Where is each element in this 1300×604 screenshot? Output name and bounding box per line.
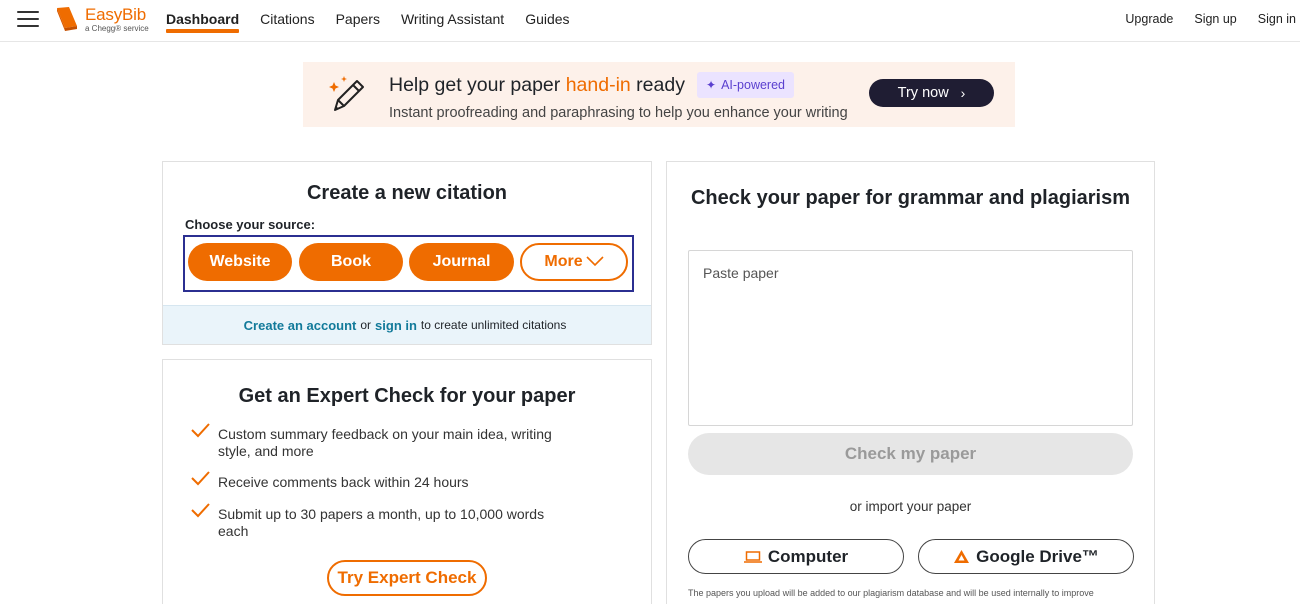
import-computer-button[interactable]: Computer: [688, 539, 904, 574]
grammar-card-title: Check your paper for grammar and plagiar…: [690, 187, 1131, 209]
source-book-button[interactable]: Book: [299, 243, 403, 281]
import-google-drive-button[interactable]: Google Drive™: [918, 539, 1134, 574]
import-paper-label: or import your paper: [849, 499, 972, 514]
try-now-button[interactable]: Try now ›: [869, 79, 994, 107]
nav-dashboard[interactable]: Dashboard: [166, 0, 240, 38]
sign-in-link[interactable]: Sign in: [1258, 0, 1296, 38]
banner-subtitle: Instant proofreading and paraphrasing to…: [389, 105, 848, 121]
grammar-check-card: Check your paper for grammar and plagiar…: [666, 161, 1155, 604]
checkmark-icon: [191, 423, 210, 438]
sparkle-icon: ✦: [706, 78, 717, 92]
upgrade-link[interactable]: Upgrade: [1125, 0, 1173, 38]
paste-paper-textarea[interactable]: [688, 250, 1133, 426]
promo-banner: Help get your paper hand-in ready ✦ AI-po…: [303, 62, 1015, 127]
banner-title-highlight: hand-in: [565, 74, 631, 96]
nav-citations[interactable]: Citations: [260, 0, 314, 38]
choose-source-label: Choose your source:: [185, 217, 316, 232]
top-nav: EasyBib a Chegg® service Dashboard Citat…: [0, 0, 1300, 42]
google-drive-icon: [953, 549, 970, 564]
account-nav: Upgrade Sign up Sign in: [1104, 0, 1296, 38]
nav-papers[interactable]: Papers: [336, 0, 380, 38]
citation-signup-prompt: Create an account or sign in to create u…: [163, 305, 651, 344]
footer-or-text: or: [360, 318, 372, 332]
checkmark-icon: [191, 471, 210, 486]
pencil-sparkle-icon: [329, 76, 364, 111]
upload-disclaimer: The papers you upload will be added to o…: [688, 588, 1094, 598]
banner-title: Help get your paper hand-in ready: [389, 74, 685, 96]
source-more-button[interactable]: More: [520, 243, 628, 281]
try-expert-check-button[interactable]: Try Expert Check: [327, 560, 487, 596]
source-website-button[interactable]: Website: [188, 243, 292, 281]
chevron-right-icon: ›: [960, 85, 966, 101]
expert-benefit-item: Submit up to 30 papers a month, up to 10…: [191, 503, 578, 540]
logo-tagline: a Chegg® service: [85, 24, 149, 33]
menu-icon[interactable]: [17, 10, 39, 28]
check-my-paper-button[interactable]: Check my paper: [688, 433, 1133, 475]
logo-name: EasyBib: [85, 5, 146, 24]
source-journal-button[interactable]: Journal: [409, 243, 514, 281]
sign-in-inline-link[interactable]: sign in: [375, 318, 417, 333]
sign-up-link[interactable]: Sign up: [1194, 0, 1236, 38]
expert-check-card: Get an Expert Check for your paper Custo…: [162, 359, 652, 604]
expert-benefit-item: Custom summary feedback on your main ide…: [191, 423, 578, 460]
ai-powered-badge: ✦ AI-powered: [697, 72, 794, 98]
expert-card-title: Get an Expert Check for your paper: [238, 385, 576, 407]
source-selector: Website Book Journal More: [183, 235, 634, 292]
chevron-down-icon: [586, 256, 604, 267]
easybib-logo[interactable]: EasyBib a Chegg® service: [55, 5, 150, 35]
nav-guides[interactable]: Guides: [525, 0, 569, 38]
create-citation-card: Create a new citation Choose your source…: [162, 161, 652, 345]
laptop-icon: [743, 550, 762, 563]
book-logo-icon: [57, 7, 77, 31]
create-account-link[interactable]: Create an account: [244, 318, 357, 333]
nav-writing-assistant[interactable]: Writing Assistant: [401, 0, 504, 38]
main-nav: Dashboard Citations Papers Writing Assis…: [166, 0, 591, 42]
citation-card-title: Create a new citation: [306, 182, 508, 204]
footer-rest-text: to create unlimited citations: [420, 318, 567, 332]
expert-benefit-item: Receive comments back within 24 hours: [191, 471, 578, 491]
checkmark-icon: [191, 503, 210, 518]
